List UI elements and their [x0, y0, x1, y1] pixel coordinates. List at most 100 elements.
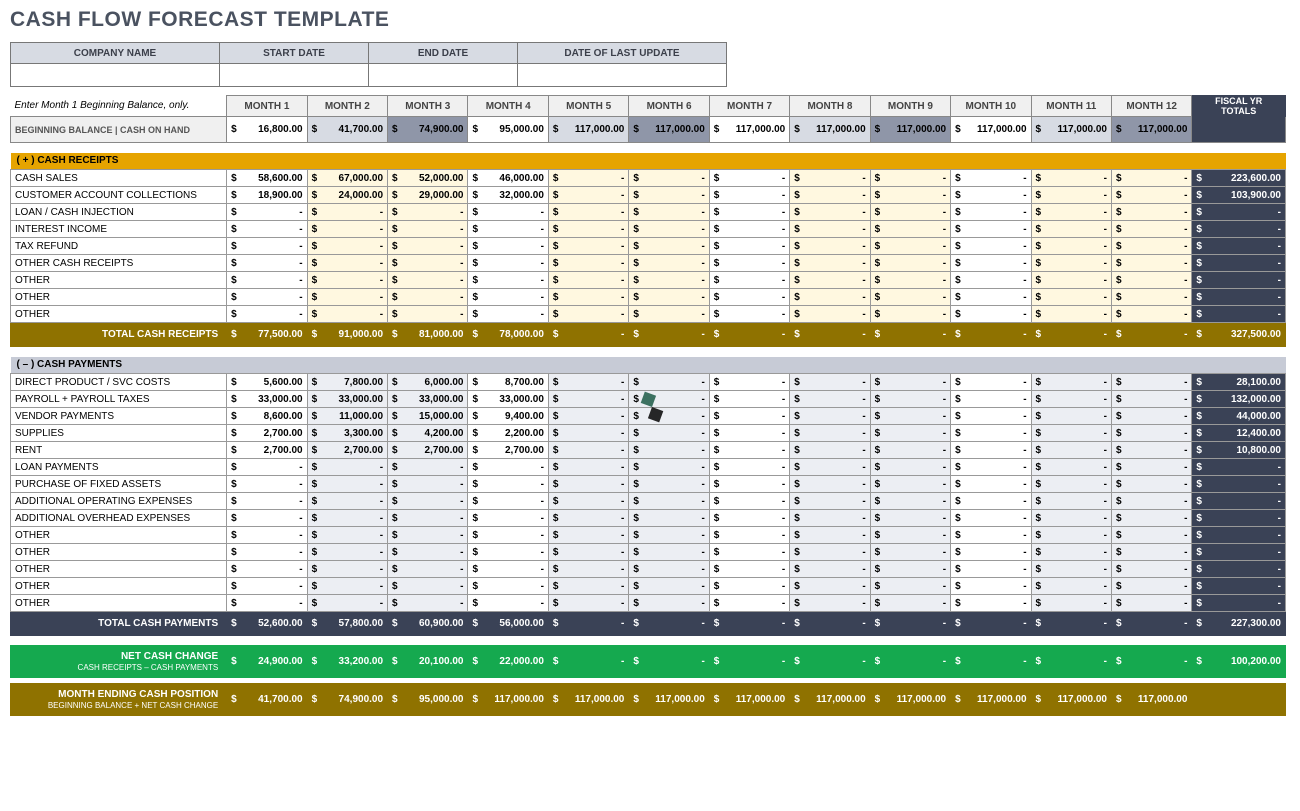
money-cell[interactable]: $-	[388, 510, 468, 527]
money-cell[interactable]: $-	[709, 255, 789, 272]
money-cell[interactable]: $-	[709, 391, 789, 408]
money-cell[interactable]: $-	[709, 187, 789, 204]
money-cell[interactable]: $-	[227, 578, 307, 595]
money-cell[interactable]: $2,700.00	[468, 442, 548, 459]
money-cell[interactable]: $-	[951, 595, 1031, 612]
money-cell[interactable]: $-	[468, 238, 548, 255]
money-cell[interactable]: $-	[951, 578, 1031, 595]
money-cell[interactable]: $-	[307, 510, 387, 527]
money-cell[interactable]: $-	[951, 391, 1031, 408]
money-cell[interactable]: $-	[709, 425, 789, 442]
money-cell[interactable]: $-	[548, 408, 628, 425]
money-cell[interactable]: $6,000.00	[388, 374, 468, 391]
money-cell[interactable]: $67,000.00	[307, 170, 387, 187]
money-cell[interactable]: $-	[629, 578, 709, 595]
money-cell[interactable]: $-	[709, 561, 789, 578]
money-cell[interactable]: $-	[790, 306, 870, 323]
money-cell[interactable]: $-	[790, 255, 870, 272]
money-cell[interactable]: $-	[870, 238, 950, 255]
money-cell[interactable]: $-	[1031, 646, 1111, 678]
money-cell[interactable]: $24,000.00	[307, 187, 387, 204]
money-cell[interactable]: $-	[951, 187, 1031, 204]
money-cell[interactable]: $-	[307, 306, 387, 323]
money-cell[interactable]: $-	[870, 459, 950, 476]
money-cell[interactable]: $-	[870, 544, 950, 561]
money-cell[interactable]: $-	[709, 459, 789, 476]
money-cell[interactable]: $-	[468, 272, 548, 289]
money-cell[interactable]: $-	[951, 425, 1031, 442]
money-cell[interactable]: $-	[468, 289, 548, 306]
money-cell[interactable]: $117,000.00	[709, 684, 789, 716]
money-cell[interactable]: $-	[1111, 442, 1191, 459]
money-cell[interactable]: $-	[227, 510, 307, 527]
money-cell[interactable]: $-	[548, 544, 628, 561]
money-cell[interactable]: $33,000.00	[227, 391, 307, 408]
money-cell[interactable]: $-	[307, 493, 387, 510]
money-cell[interactable]: $-	[548, 221, 628, 238]
money-cell[interactable]: $-	[709, 204, 789, 221]
money-cell[interactable]: $91,000.00	[307, 323, 387, 347]
money-cell[interactable]: $-	[709, 612, 789, 636]
money-cell[interactable]: $52,000.00	[388, 170, 468, 187]
money-cell[interactable]: $-	[951, 323, 1031, 347]
money-cell[interactable]: $-	[388, 544, 468, 561]
money-cell[interactable]: $-	[870, 374, 950, 391]
money-cell[interactable]: $-	[1031, 323, 1111, 347]
money-cell[interactable]: $-	[468, 493, 548, 510]
money-cell[interactable]: $-	[709, 544, 789, 561]
money-cell[interactable]: $-	[388, 272, 468, 289]
money-cell[interactable]: $-	[951, 255, 1031, 272]
money-cell[interactable]: $-	[548, 272, 628, 289]
money-cell[interactable]: $-	[1031, 595, 1111, 612]
money-cell[interactable]: $52,600.00	[227, 612, 307, 636]
money-cell[interactable]: $-	[1111, 459, 1191, 476]
money-cell[interactable]: $-	[307, 578, 387, 595]
money-cell[interactable]: $-	[790, 408, 870, 425]
money-cell[interactable]: $33,000.00	[388, 391, 468, 408]
money-cell[interactable]: $-	[1111, 493, 1191, 510]
money-cell[interactable]: $2,700.00	[227, 442, 307, 459]
money-cell[interactable]: $117,000.00	[629, 117, 709, 143]
money-cell[interactable]: $33,200.00	[307, 646, 387, 678]
money-cell[interactable]: $-	[870, 221, 950, 238]
money-cell[interactable]: $-	[790, 323, 870, 347]
money-cell[interactable]: $-	[1031, 221, 1111, 238]
money-cell[interactable]: $-	[1111, 612, 1191, 636]
money-cell[interactable]: $-	[388, 221, 468, 238]
money-cell[interactable]: $60,900.00	[388, 612, 468, 636]
money-cell[interactable]: $-	[1111, 204, 1191, 221]
money-cell[interactable]: $-	[790, 425, 870, 442]
money-cell[interactable]: $-	[629, 544, 709, 561]
money-cell[interactable]: $223,600.00	[1192, 170, 1286, 187]
money-cell[interactable]: $-	[1031, 612, 1111, 636]
money-cell[interactable]: $-	[629, 170, 709, 187]
money-cell[interactable]: $-	[951, 442, 1031, 459]
money-cell[interactable]: $-	[629, 374, 709, 391]
money-cell[interactable]: $18,900.00	[227, 187, 307, 204]
money-cell[interactable]: $-	[307, 204, 387, 221]
money-cell[interactable]: $33,000.00	[468, 391, 548, 408]
money-cell[interactable]: $44,000.00	[1192, 408, 1286, 425]
money-cell[interactable]: $-	[709, 221, 789, 238]
money-cell[interactable]: $-	[1192, 527, 1286, 544]
money-cell[interactable]: $-	[307, 272, 387, 289]
money-cell[interactable]: $-	[870, 476, 950, 493]
money-cell[interactable]: $-	[1031, 459, 1111, 476]
money-cell[interactable]: $-	[227, 204, 307, 221]
money-cell[interactable]: $-	[1031, 272, 1111, 289]
money-cell[interactable]: $-	[388, 289, 468, 306]
money-cell[interactable]: $-	[1192, 306, 1286, 323]
money-cell[interactable]: $-	[951, 544, 1031, 561]
money-cell[interactable]: $-	[870, 408, 950, 425]
money-cell[interactable]: $-	[548, 306, 628, 323]
money-cell[interactable]: $-	[951, 493, 1031, 510]
money-cell[interactable]: $-	[951, 170, 1031, 187]
money-cell[interactable]: $-	[629, 272, 709, 289]
money-cell[interactable]: $-	[548, 425, 628, 442]
money-cell[interactable]: $-	[1031, 374, 1111, 391]
money-cell[interactable]: $-	[548, 187, 628, 204]
money-cell[interactable]: $-	[870, 391, 950, 408]
money-cell[interactable]: $95,000.00	[388, 684, 468, 716]
money-cell[interactable]: $-	[870, 561, 950, 578]
money-cell[interactable]: $-	[1192, 561, 1286, 578]
